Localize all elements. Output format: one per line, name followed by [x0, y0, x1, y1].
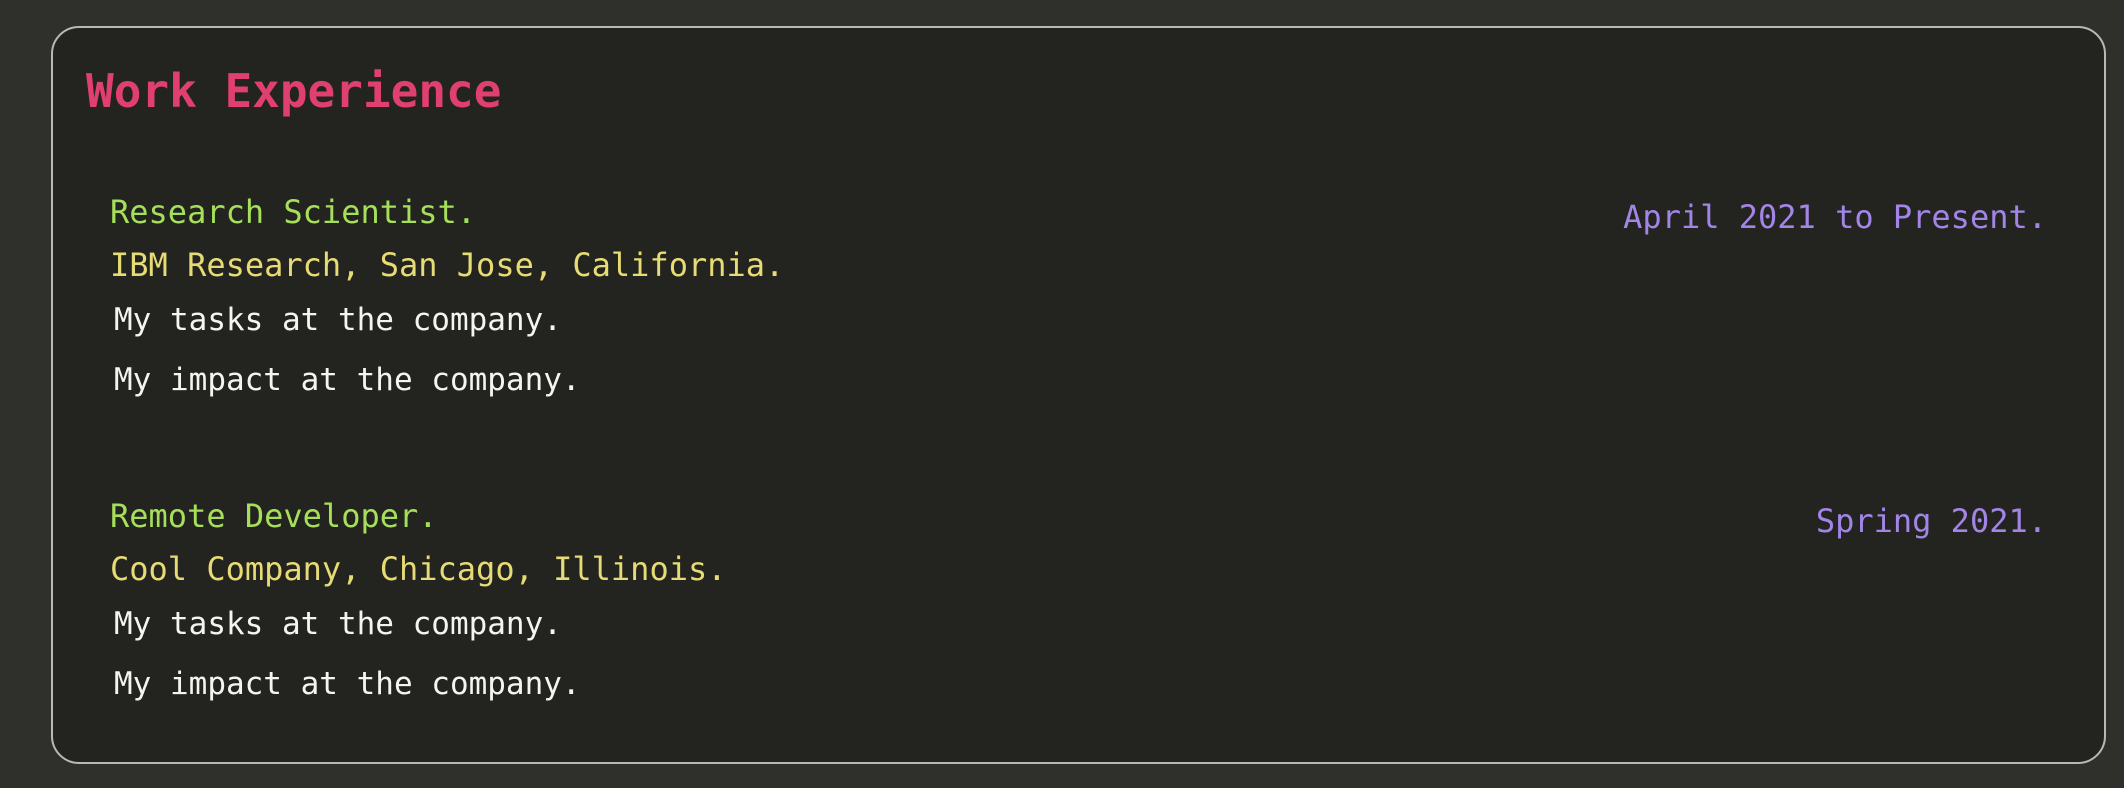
job-organization: Cool Company, Chicago, Illinois. [110, 550, 727, 588]
job-organization: IBM Research, San Jose, California. [110, 246, 785, 284]
job-impact: My impact at the company. [114, 666, 581, 702]
job-title: Remote Developer. [110, 497, 438, 535]
job-dates: April 2021 to Present. [1623, 198, 2047, 236]
job-dates: Spring 2021. [1815, 502, 2047, 540]
work-experience-card: Work Experience Research Scientist. IBM … [51, 26, 2106, 764]
job-tasks: My tasks at the company. [114, 606, 562, 642]
job-title: Research Scientist. [110, 193, 477, 231]
job-impact: My impact at the company. [114, 362, 581, 398]
section-title: Work Experience [86, 64, 502, 118]
job-tasks: My tasks at the company. [114, 302, 562, 338]
